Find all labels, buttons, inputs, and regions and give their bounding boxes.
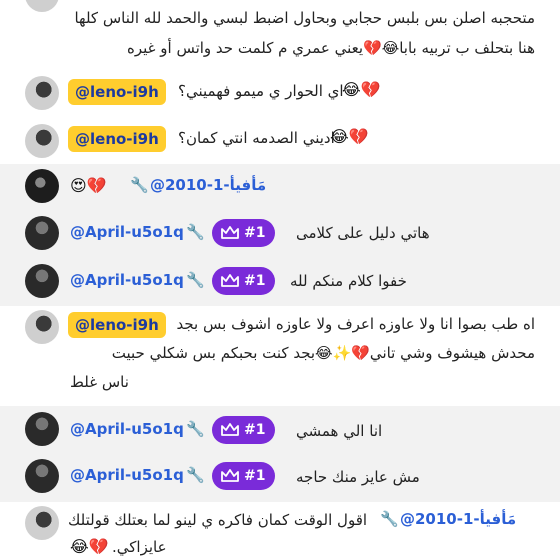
wrench-icon: 🔧 [380, 510, 399, 528]
message-text-line: اه طب بصوا انا ولا عاوزه اعرف ولا عاوزه … [176, 315, 536, 333]
message-text: اديني الصدمه انتي كمان؟ [178, 129, 335, 147]
avatar[interactable] [25, 412, 59, 446]
chat-message: 😍💔 🔧 @مَأفيأ-1-2010 [0, 164, 560, 208]
avatar[interactable] [25, 76, 59, 110]
rank-badge-label: #1 [244, 468, 266, 484]
username[interactable]: @April-u5o1q [70, 223, 184, 241]
wrench-icon: 🔧 [186, 223, 205, 241]
avatar[interactable] [25, 0, 59, 12]
chat-message: اقول الوقت كمان فاكره ي لينو لما بعتلك ق… [0, 502, 560, 560]
avatar[interactable] [25, 124, 59, 158]
crown-icon [221, 469, 239, 482]
chat-message: @April-u5o1q 🔧 #1 هاتي دليل على كلامى [0, 208, 560, 258]
wrench-icon: 🔧 [186, 420, 205, 438]
message-text-line: عايزاكي. [112, 538, 167, 556]
avatar[interactable] [25, 264, 59, 298]
message-text-line: ناس غلط [70, 373, 129, 391]
crown-icon [221, 423, 239, 436]
avatar[interactable] [25, 216, 59, 250]
rank-badge[interactable]: #1 [212, 219, 276, 247]
wrench-icon: 🔧 [186, 466, 205, 484]
rank-badge-label: #1 [244, 422, 266, 438]
message-emoji: 😍💔 [70, 176, 107, 195]
rank-badge[interactable]: #1 [212, 462, 276, 490]
crown-icon [221, 226, 239, 239]
wrench-icon: 🔧 [186, 271, 205, 289]
message-emoji: 😂💔 [70, 537, 109, 556]
avatar[interactable] [25, 310, 59, 344]
message-emoji: 😂💔 [330, 127, 369, 146]
rank-badge[interactable]: #1 [212, 416, 276, 444]
chat-feed[interactable]: متحجبه اصلن بس بلبس حجابي وبحاول اضبط لب… [0, 0, 560, 560]
mention-tag[interactable]: @leno-i9h [68, 312, 166, 338]
avatar[interactable] [25, 506, 59, 540]
username[interactable]: @مَأفيأ-1-2010 [400, 510, 516, 528]
chat-message: @leno-i9h اه طب بصوا انا ولا عاوزه اعرف … [0, 306, 560, 406]
message-text: هاتي دليل على كلامى [296, 224, 430, 242]
chat-message: @April-u5o1q 🔧 #1 مش عايز منك حاجه [0, 454, 560, 502]
chat-message: @April-u5o1q 🔧 #1 خفوا كلام منكم لله [0, 258, 560, 306]
wrench-icon: 🔧 [130, 176, 149, 194]
rank-badge-label: #1 [244, 273, 266, 289]
chat-message: متحجبه اصلن بس بلبس حجابي وبحاول اضبط لب… [0, 0, 560, 68]
rank-badge-label: #1 [244, 225, 266, 241]
message-text-line: محدش هيشوف وشي تاني💔✨😂بجد كنت بحبكم بس ش… [111, 344, 535, 362]
username[interactable]: @April-u5o1q [70, 420, 184, 438]
username[interactable]: @مَأفيأ-1-2010 [150, 176, 266, 194]
message-text: مش عايز منك حاجه [296, 468, 420, 486]
message-text-line: هنا بتحلف ب تربيه بابا😂💔يعني عمري م كلمت… [127, 39, 535, 57]
message-text: انا الي همشي [296, 422, 383, 440]
username[interactable]: @April-u5o1q [70, 271, 184, 289]
mention-tag[interactable]: @leno-i9h [68, 79, 166, 105]
message-text: اي الحوار ي ميمو فهميني؟ [178, 82, 344, 100]
avatar[interactable] [25, 459, 59, 493]
mention-tag[interactable]: @leno-i9h [68, 126, 166, 152]
avatar[interactable] [25, 169, 59, 203]
message-text: اقول الوقت كمان فاكره ي لينو لما بعتلك ق… [68, 511, 368, 529]
username[interactable]: @April-u5o1q [70, 466, 184, 484]
message-emoji: 😂💔 [342, 80, 381, 99]
chat-message: @April-u5o1q 🔧 #1 انا الي همشي [0, 406, 560, 454]
chat-message: @leno-i9h اديني الصدمه انتي كمان؟ 😂💔 [0, 116, 560, 164]
message-text: خفوا كلام منكم لله [290, 272, 407, 290]
message-text-line: متحجبه اصلن بس بلبس حجابي وبحاول اضبط لب… [74, 9, 535, 27]
chat-message: @leno-i9h اي الحوار ي ميمو فهميني؟ 😂💔 [0, 68, 560, 116]
rank-badge[interactable]: #1 [212, 267, 276, 295]
crown-icon [221, 274, 239, 287]
